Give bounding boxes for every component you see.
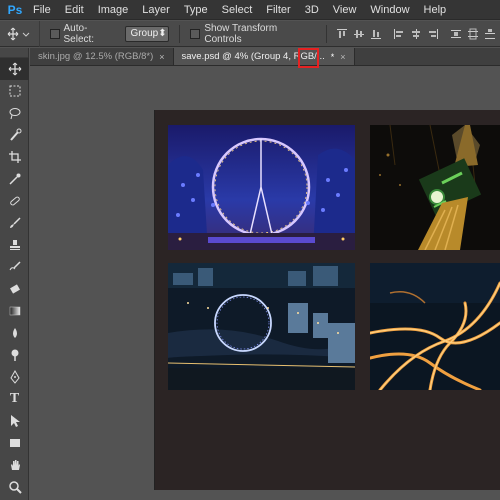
tab-skin-jpg[interactable]: skin.jpg @ 12.5% (RGB/8*) × bbox=[30, 48, 174, 65]
photo-big-ben[interactable] bbox=[370, 125, 500, 250]
healing-icon[interactable] bbox=[0, 190, 29, 212]
align-bottom-icon[interactable] bbox=[369, 27, 383, 41]
align-vcenter-icon[interactable] bbox=[352, 27, 366, 41]
align-left-icon[interactable] bbox=[392, 27, 406, 41]
photo-london-eye[interactable] bbox=[168, 125, 355, 250]
show-transform-label: Show Transform Controls bbox=[204, 22, 278, 45]
move-tool-icon[interactable] bbox=[0, 58, 29, 80]
auto-select-dropdown[interactable]: Group ⬍ bbox=[125, 25, 170, 42]
distribute-vcenter-icon[interactable] bbox=[466, 27, 480, 41]
london-eye-image bbox=[168, 125, 355, 250]
menu-file[interactable]: File bbox=[26, 0, 58, 20]
stamp-icon[interactable] bbox=[0, 234, 29, 256]
menu-select[interactable]: Select bbox=[215, 0, 260, 20]
tab-label: skin.jpg @ 12.5% (RGB/8*) bbox=[38, 51, 154, 62]
annotation-highlight bbox=[298, 48, 319, 68]
menu-image[interactable]: Image bbox=[91, 0, 136, 20]
align-buttons bbox=[335, 27, 500, 41]
align-top-icon[interactable] bbox=[335, 27, 349, 41]
history-brush-icon[interactable] bbox=[0, 256, 29, 278]
divider bbox=[179, 24, 181, 43]
auto-select-label: Auto-Select: bbox=[63, 22, 95, 45]
eraser-icon[interactable] bbox=[0, 278, 29, 300]
auto-select-checkbox[interactable] bbox=[49, 28, 60, 39]
photoshop-logo: Ps bbox=[7, 2, 23, 17]
show-transform-checkbox[interactable] bbox=[190, 28, 201, 39]
menu-help[interactable]: Help bbox=[417, 0, 454, 20]
path-select-icon[interactable] bbox=[0, 410, 29, 432]
pen-icon[interactable] bbox=[0, 366, 29, 388]
menu-bar: Ps File Edit Image Layer Type Select Fil… bbox=[0, 0, 500, 20]
brush-icon[interactable] bbox=[0, 212, 29, 234]
divider bbox=[326, 24, 327, 43]
document-canvas[interactable] bbox=[155, 110, 500, 490]
tool-preset-picker[interactable] bbox=[0, 20, 40, 47]
interchange-image bbox=[370, 263, 500, 390]
zoom-icon[interactable] bbox=[0, 476, 29, 498]
blur-icon[interactable] bbox=[0, 322, 29, 344]
close-icon[interactable]: × bbox=[159, 52, 164, 62]
menu-filter[interactable]: Filter bbox=[259, 0, 297, 20]
panel-grip[interactable] bbox=[0, 48, 28, 58]
dodge-icon[interactable] bbox=[0, 344, 29, 366]
options-bar: Auto-Select: Group ⬍ Show Transform Cont… bbox=[0, 20, 500, 47]
tools-panel: T bbox=[0, 48, 29, 500]
london-aerial-image bbox=[168, 263, 355, 390]
document-tabs: skin.jpg @ 12.5% (RGB/8*) × save.psd @ 4… bbox=[30, 48, 500, 66]
menu-layer[interactable]: Layer bbox=[135, 0, 177, 20]
type-icon[interactable]: T bbox=[0, 388, 29, 410]
align-hcenter-icon[interactable] bbox=[409, 27, 423, 41]
chevron-updown-icon: ⬍ bbox=[158, 28, 167, 39]
crop-icon[interactable] bbox=[0, 146, 29, 168]
distribute-bottom-icon[interactable] bbox=[483, 27, 497, 41]
quick-select-icon[interactable] bbox=[0, 124, 29, 146]
photo-london-aerial[interactable] bbox=[168, 263, 355, 390]
distribute-top-icon[interactable] bbox=[449, 27, 463, 41]
eyedropper-icon[interactable] bbox=[0, 168, 29, 190]
menu-window[interactable]: Window bbox=[363, 0, 416, 20]
hand-icon[interactable] bbox=[0, 454, 29, 476]
marquee-icon[interactable] bbox=[0, 80, 29, 102]
menu-edit[interactable]: Edit bbox=[58, 0, 91, 20]
big-ben-image bbox=[370, 125, 500, 250]
unsaved-indicator: * bbox=[330, 51, 335, 62]
photo-interchange[interactable] bbox=[370, 263, 500, 390]
close-icon[interactable]: × bbox=[340, 52, 345, 62]
align-right-icon[interactable] bbox=[426, 27, 440, 41]
rectangle-icon[interactable] bbox=[0, 432, 29, 454]
gradient-icon[interactable] bbox=[0, 300, 29, 322]
auto-select-value: Group bbox=[130, 28, 159, 39]
menu-view[interactable]: View bbox=[326, 0, 364, 20]
move-preset-icon bbox=[7, 27, 30, 40]
lasso-icon[interactable] bbox=[0, 102, 29, 124]
tab-save-psd[interactable]: save.psd @ 4% (Group 4, RGB/... * × bbox=[173, 48, 355, 65]
menu-3d[interactable]: 3D bbox=[298, 0, 326, 20]
menu-type[interactable]: Type bbox=[177, 0, 215, 20]
